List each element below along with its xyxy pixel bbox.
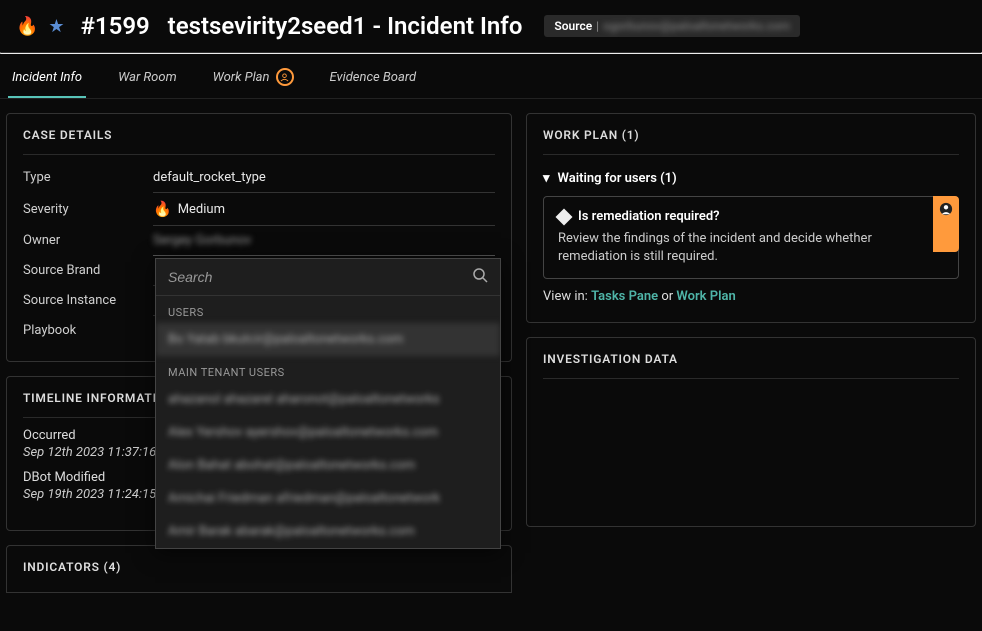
source-value: ogorbunov@paloaltonetworks.com (603, 19, 790, 33)
dropdown-search-row (156, 259, 500, 296)
field-source-brand-label: Source Brand (23, 263, 153, 278)
dropdown-body[interactable]: USERS Bo Yatab bkutcir@paloaltonetworks.… (156, 296, 500, 548)
wp-task-desc: Review the findings of the incident and … (558, 230, 944, 266)
indicators-card: INDICATORS (4) (6, 545, 512, 593)
dropdown-item[interactable]: Alon Bahat abohat@paloaltonetworks.com (156, 449, 500, 482)
incident-title: testsevirity2seed1 - Incident Info (168, 12, 523, 40)
wp-section-toggle[interactable]: ▾ Waiting for users (1) (543, 165, 959, 196)
investigation-title: INVESTIGATION DATA (543, 352, 959, 366)
tasks-pane-link[interactable]: Tasks Pane (591, 289, 658, 304)
work-plan-link[interactable]: Work Plan (676, 289, 735, 304)
tab-war-room[interactable]: War Room (114, 54, 181, 98)
source-label: Source (554, 19, 592, 33)
field-source-instance-label: Source Instance (23, 293, 153, 308)
tabs-bar: Incident Info War Room Work Plan Evidenc… (0, 54, 982, 99)
diamond-icon (556, 208, 573, 225)
search-icon (472, 267, 488, 287)
tab-work-plan[interactable]: Work Plan (209, 54, 298, 98)
field-severity-label: Severity (23, 202, 153, 217)
right-column: WORK PLAN (1) ▾ Waiting for users (1) Is… (526, 113, 976, 593)
field-playbook-label: Playbook (23, 323, 153, 338)
page-title: #1599 testsevirity2seed1 - Incident Info (81, 12, 523, 40)
dropdown-item[interactable]: Bo Yatab bkutcir@paloaltonetworks.com (156, 323, 500, 356)
wp-section-label: Waiting for users (1) (558, 171, 677, 186)
star-icon[interactable]: ★ (48, 16, 64, 37)
severity-text: Medium (178, 202, 225, 217)
work-plan-card: WORK PLAN (1) ▾ Waiting for users (1) Is… (526, 113, 976, 323)
wp-task-title-text: Is remediation required? (578, 209, 720, 224)
view-in-row: View in: Tasks Pane or Work Plan (543, 289, 959, 304)
wp-task[interactable]: Is remediation required? Review the find… (543, 196, 959, 279)
field-type-value: default_rocket_type (153, 170, 266, 185)
incident-id: #1599 (81, 12, 150, 40)
tab-evidence-board[interactable]: Evidence Board (326, 54, 421, 98)
dropdown-item[interactable]: Amichai Friedman afriedman@paloaltonetwo… (156, 482, 500, 515)
dropdown-item[interactable]: ahazanol ahazarel aharonot@paloaltonetwo… (156, 383, 500, 416)
field-owner-label: Owner (23, 233, 153, 248)
dropdown-item[interactable]: Alex Yershov ayershov@paloaltonetworks.c… (156, 416, 500, 449)
dropdown-item[interactable]: Amir Barak abarak@paloaltonetworks.com (156, 515, 500, 548)
user-icon (276, 68, 294, 86)
investigation-card: INVESTIGATION DATA (526, 337, 976, 527)
source-pill: Source | ogorbunov@paloaltonetworks.com (544, 15, 800, 37)
field-type-label: Type (23, 170, 153, 185)
search-input[interactable] (168, 269, 472, 285)
owner-dropdown: USERS Bo Yatab bkutcir@paloaltonetworks.… (155, 258, 501, 549)
field-severity-value: 🔥 Medium (153, 200, 225, 218)
indicators-title: INDICATORS (4) (23, 560, 495, 574)
work-plan-title: WORK PLAN (1) (543, 128, 959, 142)
case-details-title: CASE DETAILS (23, 128, 495, 142)
view-in-or: or (661, 289, 673, 304)
tab-work-plan-label: Work Plan (213, 70, 270, 85)
dropdown-group-users: USERS (156, 296, 500, 323)
dropdown-group-main-tenant: MAIN TENANT USERS (156, 356, 500, 383)
field-owner-value[interactable]: Sergey Gorbunov (153, 233, 251, 248)
chevron-down-icon: ▾ (543, 171, 550, 186)
fire-icon: 🔥 (16, 16, 38, 37)
severity-fire-icon: 🔥 (153, 200, 172, 218)
view-in-prefix: View in: (543, 289, 588, 304)
header-bar: 🔥 ★ #1599 testsevirity2seed1 - Incident … (0, 0, 982, 52)
wp-task-user-badge (933, 196, 959, 252)
tab-incident-info[interactable]: Incident Info (8, 54, 86, 98)
